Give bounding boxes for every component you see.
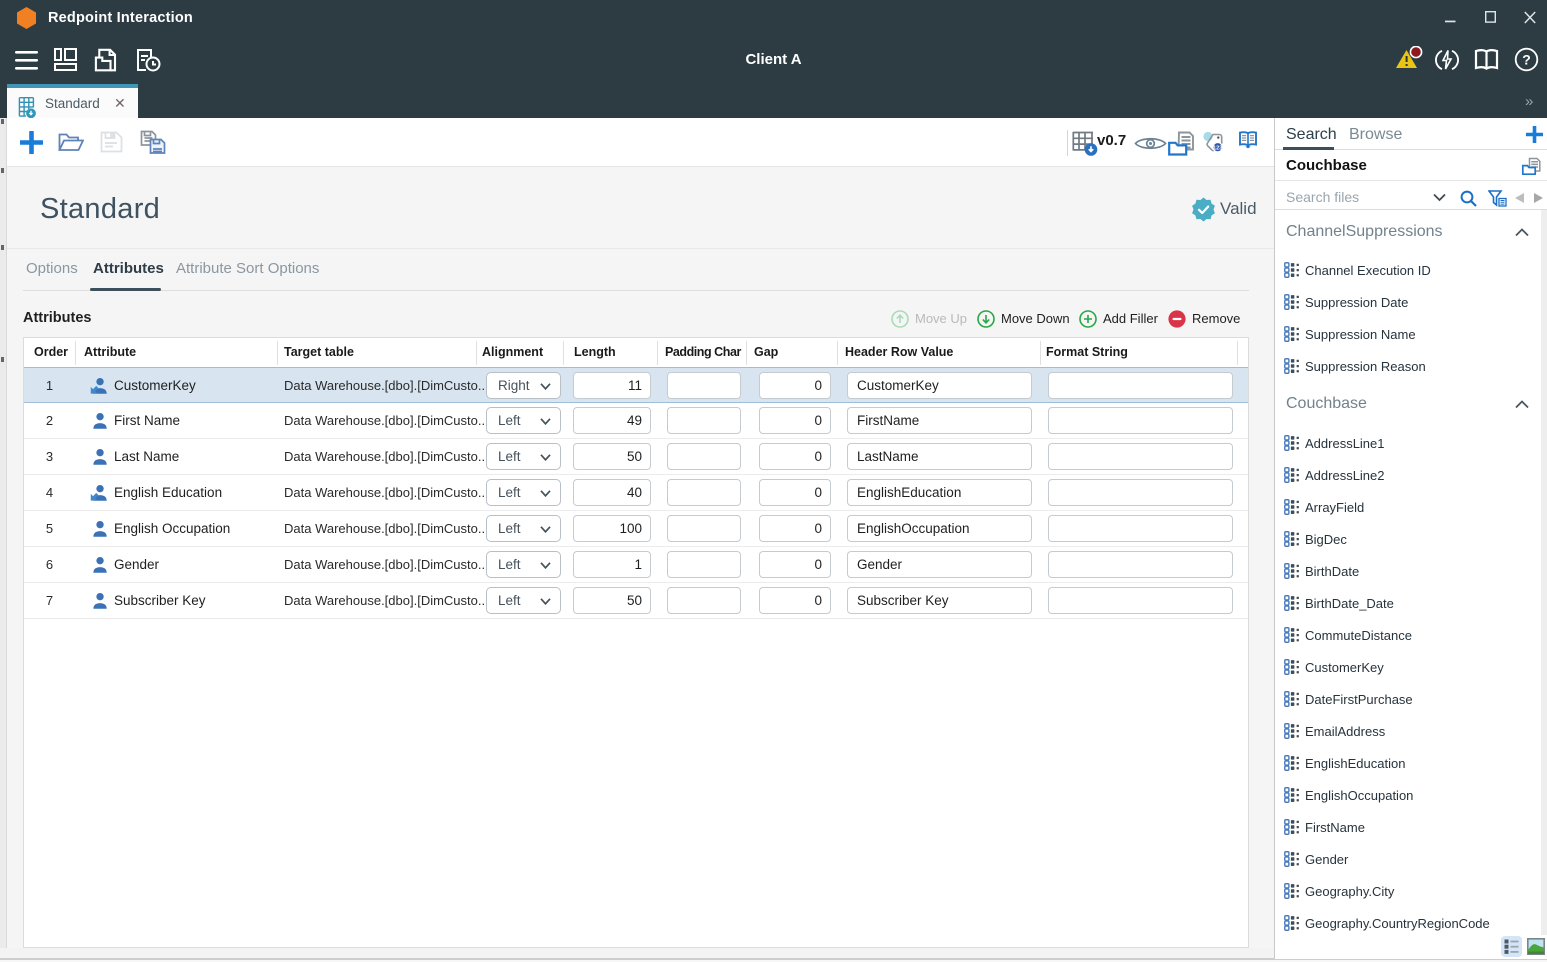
svg-text:?: ? bbox=[1522, 52, 1531, 68]
svg-text:123: 123 bbox=[1213, 145, 1222, 151]
